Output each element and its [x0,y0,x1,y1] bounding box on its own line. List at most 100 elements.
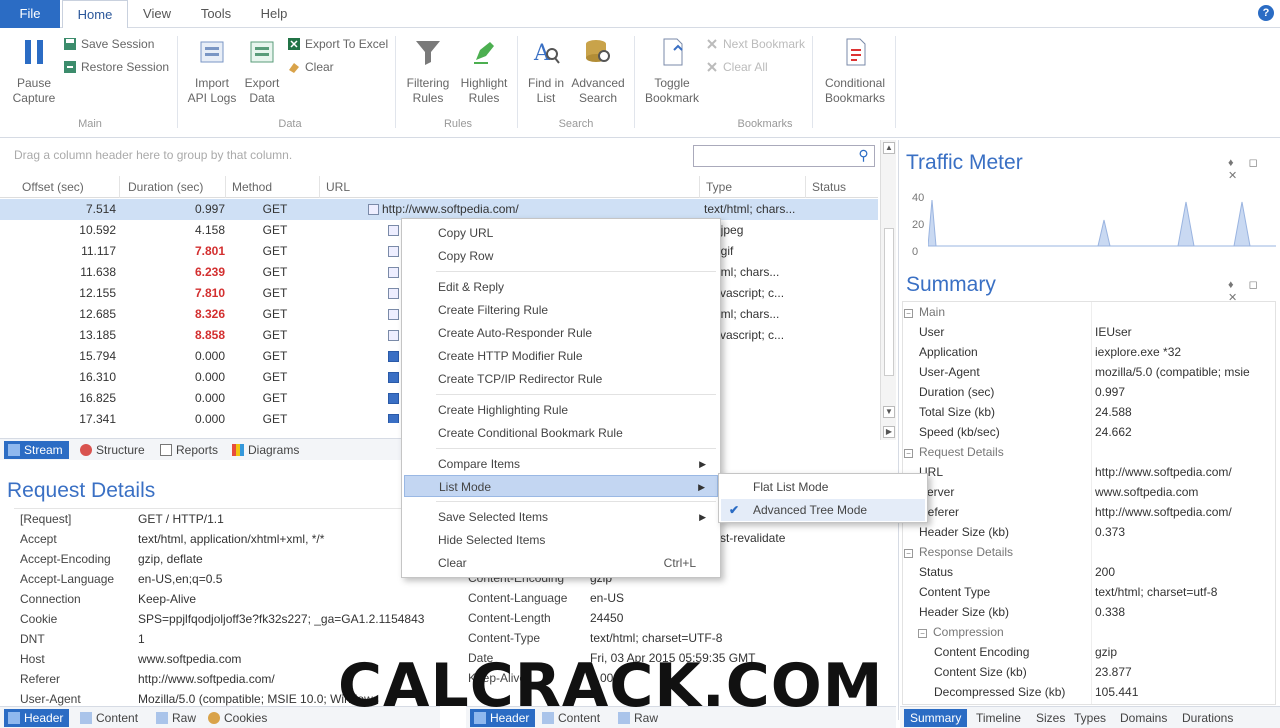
summary-row[interactable]: Duration (sec) 0.997 [919,382,1279,402]
advanced-search-button[interactable]: Advanced Search [570,36,626,106]
scroll-thumb[interactable] [884,228,894,376]
tab-help[interactable]: Help [252,0,296,28]
pause-capture-button[interactable]: Pause Capture [6,36,62,106]
scroll-down-icon[interactable]: ▼ [883,406,895,418]
summary-section-request[interactable]: − Request Details [904,442,1274,462]
grid-search-input[interactable]: ⚲ [693,145,875,167]
menu-item-compare-items[interactable]: Compare Items ▶ [404,453,718,475]
summary-row[interactable]: Status 200 [919,562,1279,582]
column-type[interactable]: Type [700,176,806,198]
conditional-bookmarks-button[interactable]: Conditional Bookmarks [818,36,892,106]
summary-row[interactable]: Header Size (kb) 0.338 [919,602,1279,622]
menu-item-clear[interactable]: Clear Ctrl+L [404,552,718,574]
tab-request-header[interactable]: Header [4,709,70,727]
import-api-logs-button[interactable]: Import API Logs [186,36,238,106]
summary-section-main[interactable]: − Main [904,302,1274,322]
response-header-row[interactable]: Content-Type text/html; charset=UTF-8 [468,628,878,648]
menu-item-edit-reply[interactable]: Edit & Reply [404,276,718,298]
tab-home[interactable]: Home [62,0,128,29]
menu-item-save-selected-items[interactable]: Save Selected Items ▶ [404,506,718,528]
tab-view[interactable]: View [135,0,179,28]
restore-session-button[interactable]: Restore Session [63,58,169,76]
tab-request-content[interactable]: Content [76,709,144,727]
summary-row[interactable]: Speed (kb/sec) 24.662 [919,422,1279,442]
column-url[interactable]: URL [320,176,700,198]
request-header-row[interactable]: Accept text/html, application/xhtml+xml, … [20,529,432,549]
request-header-row[interactable]: DNT 1 [20,629,432,649]
menu-item-advanced-tree-mode[interactable]: ✔ Advanced Tree Mode [721,499,925,521]
tab-request-raw[interactable]: Raw [152,709,202,727]
summary-section-compression[interactable]: − Compression [918,622,1258,642]
summary-row[interactable]: Referer http://www.softpedia.com/ [919,502,1279,522]
request-header-row[interactable]: [Request] GET / HTTP/1.1 [20,509,432,529]
summary-row[interactable]: Content Type text/html; charset=utf-8 [919,582,1279,602]
request-header-row[interactable]: Connection Keep-Alive [20,589,432,609]
collapse-icon[interactable]: − [904,449,913,458]
column-duration[interactable]: Duration (sec) [122,176,226,198]
menu-item-hide-selected-items[interactable]: Hide Selected Items [404,529,718,551]
menu-item-create-highlighting-rule[interactable]: Create Highlighting Rule [404,399,718,421]
tab-summary[interactable]: Summary [904,709,968,727]
menu-item-create-http-modifier-rule[interactable]: Create HTTP Modifier Rule [404,345,718,367]
summary-row[interactable]: Content Encoding gzip [934,642,1276,662]
scroll-right-icon[interactable]: ▶ [883,426,895,438]
tab-tools[interactable]: Tools [192,0,240,28]
column-status[interactable]: Status [806,176,878,198]
tab-structure[interactable]: Structure [76,441,151,459]
menu-item-create-conditional-bookmark-rule[interactable]: Create Conditional Bookmark Rule [404,422,718,444]
summary-row[interactable]: Application iexplore.exe *32 [919,342,1279,362]
summary-row[interactable]: User-Agent mozilla/5.0 (compatible; msie [919,362,1279,382]
summary-row[interactable]: Decompressed Size (kb) 105.441 [934,682,1276,702]
clear-all-bookmarks-button[interactable]: Clear All [705,58,768,76]
summary-row[interactable]: Header Size (kb) 0.373 [919,522,1279,542]
search-icon[interactable]: ⚲ [856,148,871,163]
collapse-icon[interactable]: − [904,549,913,558]
filtering-rules-button[interactable]: Filtering Rules [402,36,454,106]
request-header-row[interactable]: Accept-Encoding gzip, deflate [20,549,432,569]
collapse-icon[interactable]: − [904,309,913,318]
tab-domains[interactable]: Domains [1114,709,1173,727]
column-method[interactable]: Method [226,176,320,198]
menu-item-list-mode[interactable]: List Mode ▶ [404,475,718,497]
export-to-excel-button[interactable]: Export To Excel [287,35,388,53]
response-header-row[interactable]: Content-Language en-US [468,588,878,608]
file-menu[interactable]: File [0,0,60,28]
export-data-button[interactable]: Export Data [240,36,284,106]
tab-sizes[interactable]: Sizes [1030,709,1071,727]
summary-row[interactable]: Total Size (kb) 24.588 [919,402,1279,422]
table-row[interactable]: 7.514 0.997 GET http://www.softpedia.com/te… [0,199,878,220]
menu-item-create-filtering-rule[interactable]: Create Filtering Rule [404,299,718,321]
tab-stream[interactable]: Stream [4,441,69,459]
summary-section-response[interactable]: − Response Details [904,542,1274,562]
save-session-button[interactable]: Save Session [63,35,154,53]
clear-button[interactable]: Clear [287,58,334,76]
toggle-bookmark-button[interactable]: Toggle Bookmark [642,36,702,106]
find-in-list-button[interactable]: A Find in List [522,36,570,106]
menu-item-copy-url[interactable]: Copy URL [404,222,718,244]
request-header-row[interactable]: Accept-Language en-US,en;q=0.5 [20,569,432,589]
summary-row[interactable]: URL http://www.softpedia.com/ [919,462,1279,482]
next-bookmark-button[interactable]: Next Bookmark [705,35,805,53]
grid-scrollbar[interactable]: ▲ ▼ ▶ [880,140,896,440]
tab-reports[interactable]: Reports [156,441,224,459]
highlight-rules-button[interactable]: Highlight Rules [456,36,512,106]
menu-item-flat-list-mode[interactable]: Flat List Mode [721,476,925,498]
menu-item-copy-row[interactable]: Copy Row [404,245,718,267]
traffic-meter-controls[interactable]: ♦ ◻ ✕ [1228,156,1280,182]
request-header-row[interactable]: Cookie SPS=ppjlfqodjoljoff3e?fk32s227; _g… [20,609,432,629]
tab-timeline[interactable]: Timeline [970,709,1027,727]
summary-row[interactable]: User IEUser [919,322,1279,342]
column-offset[interactable]: Offset (sec) [16,176,120,198]
tab-request-cookies[interactable]: Cookies [204,709,273,727]
tab-durations[interactable]: Durations [1176,709,1239,727]
menu-item-create-tcpip-redirector-rule[interactable]: Create TCP/IP Redirector Rule [404,368,718,390]
scroll-up-icon[interactable]: ▲ [883,142,895,154]
menu-item-create-auto-responder-rule[interactable]: Create Auto-Responder Rule [404,322,718,344]
collapse-icon[interactable]: − [918,629,927,638]
help-icon[interactable]: ? [1258,5,1274,21]
response-header-row[interactable]: Content-Length 24450 [468,608,878,628]
summary-row[interactable]: Server www.softpedia.com [919,482,1279,502]
tab-types[interactable]: Types [1068,709,1112,727]
tab-diagrams[interactable]: Diagrams [228,441,305,459]
summary-row[interactable]: Content Size (kb) 23.877 [934,662,1276,682]
